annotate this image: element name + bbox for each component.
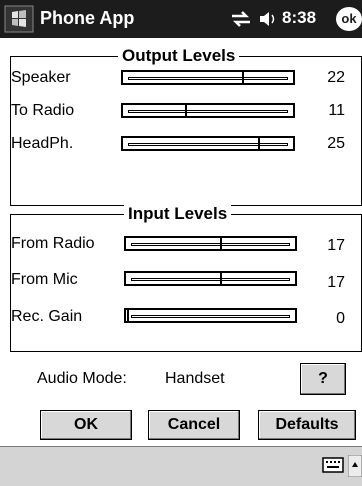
- headphones-slider[interactable]: [121, 136, 295, 151]
- audio-mode-label: Audio Mode:: [37, 370, 127, 387]
- rec-gain-value: 0: [336, 310, 345, 327]
- clock[interactable]: 8:38: [282, 8, 316, 28]
- slider-thumb[interactable]: [258, 137, 260, 150]
- from-radio-label: From Radio: [11, 235, 95, 252]
- speaker-slider[interactable]: [121, 70, 295, 85]
- output-levels-title: Output Levels: [118, 46, 240, 66]
- slider-track: [128, 110, 288, 113]
- keyboard-icon[interactable]: [322, 457, 344, 473]
- speaker-value: 22: [327, 69, 345, 86]
- bottom-menu-bar: [0, 446, 362, 486]
- connectivity-icon[interactable]: [230, 10, 252, 28]
- slider-thumb[interactable]: [185, 104, 187, 117]
- slider-thumb[interactable]: [220, 237, 222, 250]
- slider-thumb[interactable]: [242, 71, 244, 84]
- to-radio-value: 11: [328, 102, 345, 119]
- slider-track: [131, 278, 290, 281]
- input-levels-title: Input Levels: [124, 204, 232, 224]
- headphones-value: 25: [327, 135, 345, 152]
- slider-thumb[interactable]: [127, 309, 129, 322]
- app-title: Phone App: [40, 8, 135, 28]
- rec-gain-slider[interactable]: [124, 308, 297, 323]
- ok-button[interactable]: OK: [40, 410, 132, 440]
- ok-title-button[interactable]: ok: [336, 7, 362, 31]
- windows-start-icon[interactable]: [4, 5, 34, 33]
- to-radio-label: To Radio: [11, 102, 75, 119]
- sip-arrow-icon[interactable]: [348, 455, 362, 477]
- cancel-button[interactable]: Cancel: [148, 410, 240, 440]
- input-levels-group: Input Levels From Radio 17 From Mic 17 R…: [10, 204, 362, 352]
- slider-thumb[interactable]: [220, 272, 222, 285]
- title-bar: Phone App 8:38 ok: [0, 0, 362, 38]
- from-radio-slider[interactable]: [124, 236, 297, 251]
- from-mic-slider[interactable]: [124, 271, 297, 286]
- rec-gain-label: Rec. Gain: [11, 308, 83, 325]
- audio-mode-value: Handset: [165, 370, 225, 387]
- slider-track: [131, 243, 290, 246]
- output-levels-group: Output Levels Speaker 22 To Radio 11 Hea…: [10, 46, 362, 206]
- speaker-label: Speaker: [11, 69, 71, 86]
- help-button[interactable]: ?: [300, 363, 346, 395]
- speaker-volume-icon[interactable]: [258, 9, 278, 29]
- headphones-label: HeadPh.: [11, 135, 74, 152]
- defaults-button[interactable]: Defaults: [258, 410, 356, 440]
- slider-track: [128, 77, 288, 80]
- slider-track: [128, 143, 288, 146]
- slider-track: [131, 315, 290, 318]
- from-mic-label: From Mic: [11, 271, 78, 288]
- from-radio-value: 17: [327, 237, 345, 254]
- to-radio-slider[interactable]: [121, 103, 295, 118]
- from-mic-value: 17: [327, 274, 345, 291]
